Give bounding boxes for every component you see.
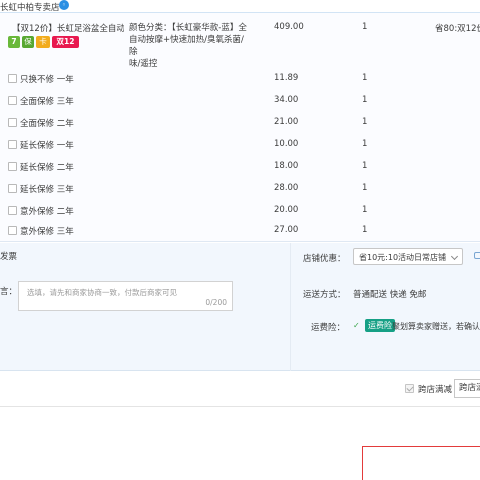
service-row: 只换不修 一年 11.89 1 (0, 69, 480, 91)
wangwang-chat-icon[interactable]: ◦ (59, 0, 69, 10)
service-price: 11.89 (274, 73, 299, 83)
shipping-label: 运送方式： (303, 290, 346, 300)
service-price: 27.00 (274, 225, 299, 235)
service-qty: 1 (362, 225, 368, 235)
service-checkbox[interactable] (8, 96, 17, 105)
service-row: 意外保修 三年 27.00 1 (0, 221, 480, 243)
guarantee-icon: 保 (22, 36, 34, 48)
service-name: 意外保修 二年 (20, 207, 74, 217)
service-price: 18.00 (274, 161, 299, 171)
service-qty: 1 (362, 117, 368, 127)
service-checkbox[interactable] (8, 74, 17, 83)
product-quantity: 1 (362, 22, 368, 32)
service-row: 全面保修 三年 34.00 1 (0, 91, 480, 113)
message-label: 言： (0, 287, 18, 297)
service-checkbox[interactable] (8, 184, 17, 193)
shop-header: 长虹中柏专卖店 ◦ (0, 0, 480, 13)
sku-line: 颜色分类：【长虹豪华款-蓝】全 (129, 23, 247, 33)
cross-store-checkbox[interactable] (405, 384, 414, 393)
service-qty: 1 (362, 183, 368, 193)
service-qty: 1 (362, 73, 368, 83)
service-row: 延长保修 一年 10.00 1 (0, 135, 480, 157)
order-items: 【双12价】长虹足浴盆全自动... 7 保卡双12 颜色分类：【长虹豪华款-蓝】全… (0, 12, 480, 242)
shipping-value: 普通配送 快递 免邮 (353, 290, 427, 300)
service-price: 20.00 (274, 205, 299, 215)
service-checkbox[interactable] (8, 162, 17, 171)
seven-day-return-icon: 7 (8, 36, 20, 48)
chevron-down-icon (450, 252, 459, 261)
service-name: 全面保修 二年 (20, 119, 74, 129)
sku-info: 颜色分类：【长虹豪华款-蓝】全 自动按摩+快速加热/臭氧杀菌/除 味/遥控 (129, 22, 247, 70)
product-title[interactable]: 【双12价】长虹足浴盆全自动... (12, 22, 124, 34)
shop-discount-label: 店铺优惠： (303, 254, 346, 264)
highlight-frame (362, 446, 480, 480)
shop-discount-value: 省10元:10活动日常店铺 (359, 253, 447, 262)
service-row: 延长保修 三年 28.00 1 (0, 179, 480, 201)
main-product-row: 【双12价】长虹足浴盆全自动... 7 保卡双12 颜色分类：【长虹豪华款-蓝】全… (0, 13, 480, 69)
double-12-badge: 双12 (52, 36, 79, 48)
service-qty: 1 (362, 205, 368, 215)
service-row: 延长保修 二年 18.00 1 (0, 157, 480, 179)
service-checkbox[interactable] (8, 226, 17, 235)
message-bubble-icon[interactable] (474, 252, 480, 259)
service-qty: 1 (362, 95, 368, 105)
shop-options-panel: 店铺优惠： 省10元:10活动日常店铺 运送方式： 普通配送 快递 免邮 运费险… (290, 243, 480, 371)
service-name: 延长保修 一年 (20, 141, 74, 151)
service-checkbox[interactable] (8, 206, 17, 215)
service-name: 延长保修 二年 (20, 163, 74, 173)
message-placeholder: 选填，请先和商家协商一致，付款后商家可见 (27, 288, 177, 297)
service-checkbox[interactable] (8, 140, 17, 149)
credit-card-icon: 卡 (36, 36, 50, 48)
service-row: 全面保修 二年 21.00 1 (0, 113, 480, 135)
product-badges: 7 保卡双12 (8, 36, 81, 48)
product-saving: 省80:双12价 (435, 24, 480, 34)
service-row: 意外保修 二年 20.00 1 (0, 201, 480, 223)
service-checkbox[interactable] (8, 118, 17, 127)
service-price: 10.00 (274, 139, 299, 149)
message-counter: 0/200 (205, 298, 227, 307)
buyer-message-input[interactable]: 选填，请先和商家协商一致，付款后商家可见 0/200 (18, 281, 233, 311)
cross-store-button[interactable]: 跨店满减 (454, 379, 480, 398)
checkmark-icon: ✓ (353, 321, 360, 330)
cross-store-bar: 跨店满减 跨店满减 (0, 371, 480, 407)
sku-line: 自动按摩+快速加热/臭氧杀菌/除 (129, 35, 244, 57)
insurance-text: 聚划算卖家赠送，若确认收 (392, 322, 480, 331)
service-price: 34.00 (274, 95, 299, 105)
service-name: 意外保修 三年 (20, 227, 74, 237)
service-name: 只换不修 一年 (20, 75, 74, 85)
service-price: 28.00 (274, 183, 299, 193)
service-name: 全面保修 三年 (20, 97, 74, 107)
order-options: 发票 言： 选填，请先和商家协商一致，付款后商家可见 0/200 店铺优惠： 省… (0, 243, 480, 371)
shop-discount-select[interactable]: 省10元:10活动日常店铺 (353, 248, 463, 265)
service-price: 21.00 (274, 117, 299, 127)
service-qty: 1 (362, 161, 368, 171)
service-name: 延长保修 三年 (20, 185, 74, 195)
insurance-tag: 运费险 (365, 319, 395, 332)
service-qty: 1 (362, 139, 368, 149)
insurance-label: 运费险： (311, 323, 346, 333)
invoice-label[interactable]: 发票 (0, 250, 17, 262)
product-price: 409.00 (274, 22, 304, 32)
cross-store-label: 跨店满减 (418, 385, 453, 395)
